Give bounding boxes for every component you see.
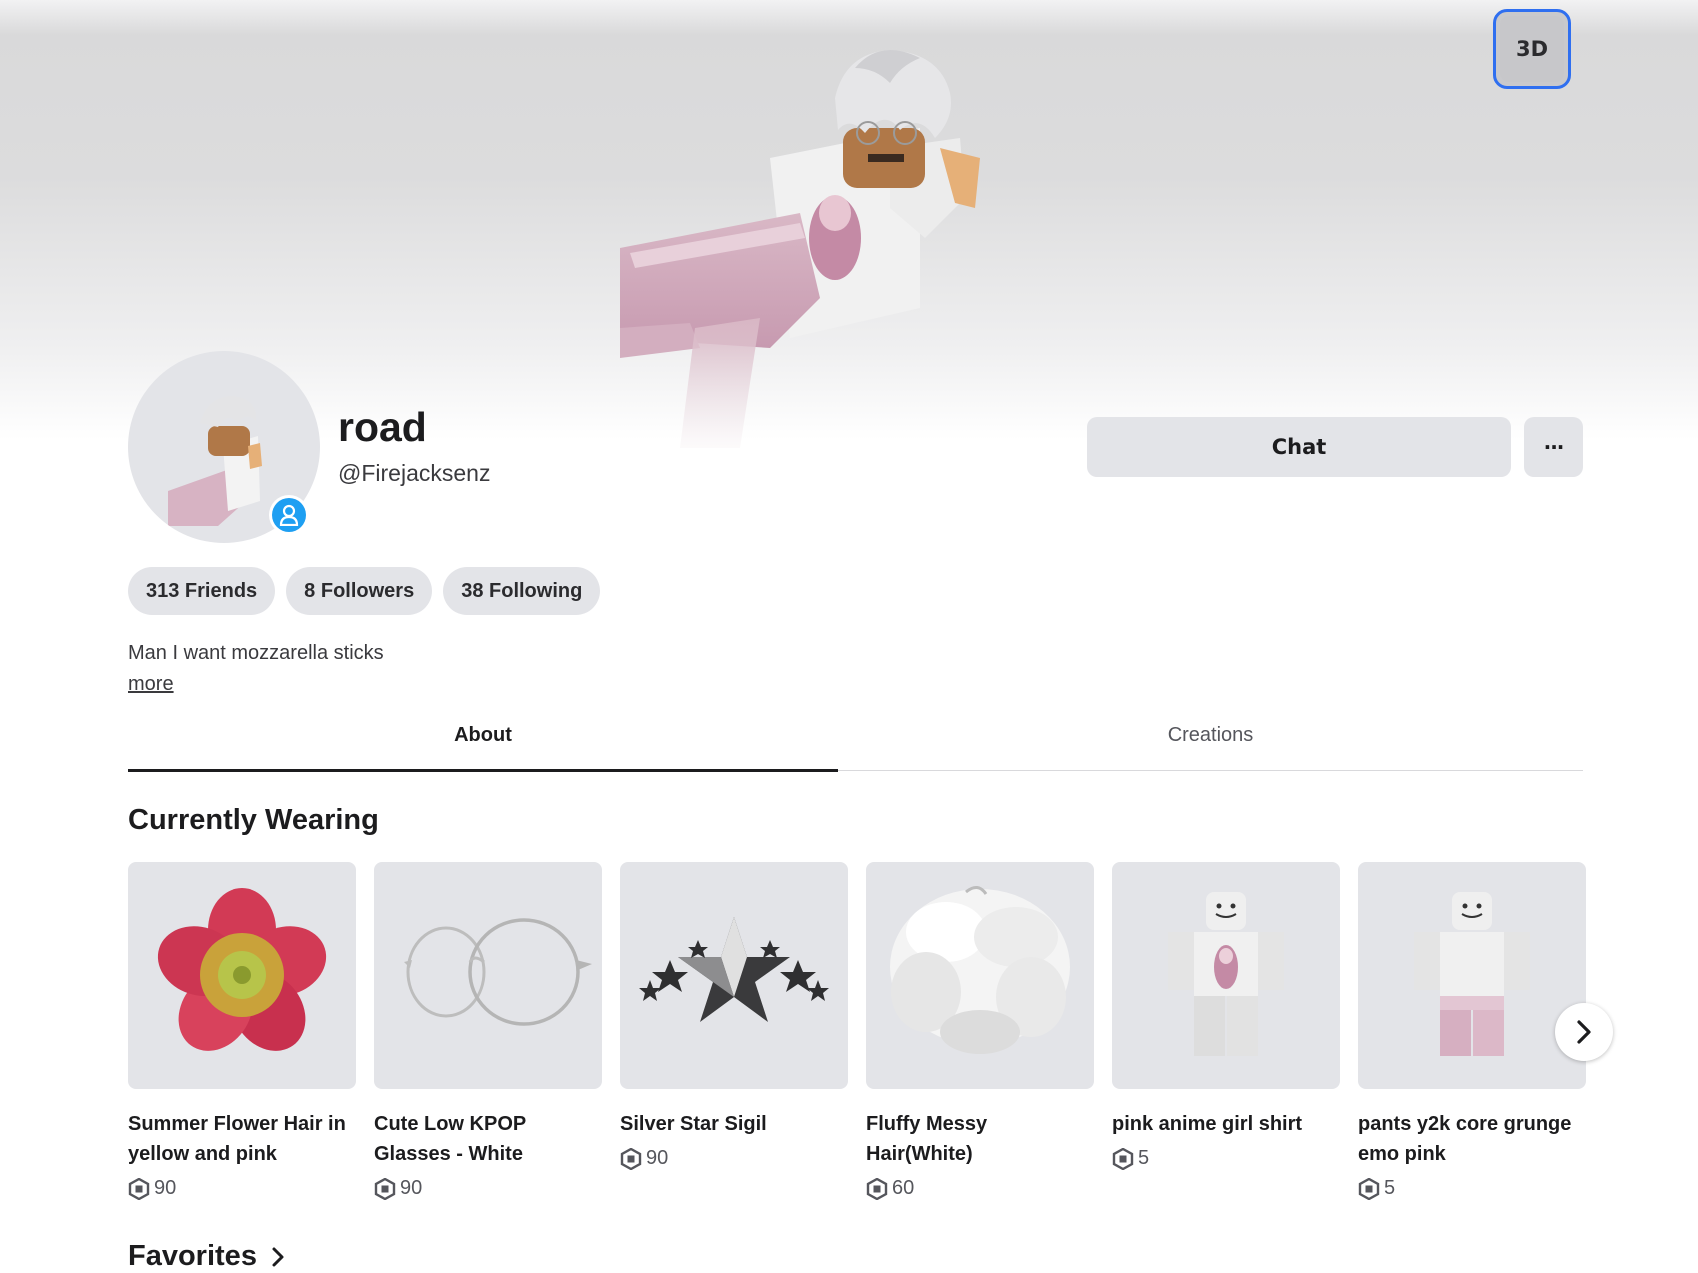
profile-stats: 313 Friends 8 Followers 38 Following [128,567,601,615]
bio-more-link[interactable]: more [128,673,174,696]
item-name: Fluffy Messy Hair(White) [866,1113,988,1165]
currently-wearing-list: Summer Flower Hair in yellow and pink 90… [128,862,1586,1212]
pants-thumbnail [1358,862,1586,1089]
chevron-right-icon [1577,1020,1591,1044]
following-count-button[interactable]: 38 Following [443,567,601,615]
robux-icon [374,1177,396,1200]
item-price: 90 [374,1177,602,1200]
followers-count-button[interactable]: 8 Followers [286,567,433,615]
shirt-thumbnail [1112,862,1340,1089]
wearing-item[interactable]: Summer Flower Hair in yellow and pink 90 [128,862,356,1200]
item-price: 5 [1112,1147,1340,1170]
username: @Firejacksenz [338,460,491,486]
chat-button[interactable]: Chat [1087,417,1511,477]
avatar-3d-render [620,50,980,448]
item-price: 90 [620,1147,848,1170]
item-name: Silver Star Sigil [620,1113,767,1135]
robux-icon [128,1177,150,1200]
item-price: 90 [128,1177,356,1200]
item-name: Summer Flower Hair in yellow and pink [128,1113,346,1165]
glasses-thumbnail [374,862,602,1089]
display-name: road [338,404,427,450]
robux-icon [1112,1147,1134,1170]
item-name: Cute Low KPOP Glasses - White [374,1113,526,1165]
item-price: 60 [866,1177,1094,1200]
wearing-item[interactable]: pants y2k core grunge emo pink 5 [1358,862,1586,1200]
currently-wearing-heading: Currently Wearing [128,804,379,836]
item-name: pink anime girl shirt [1112,1113,1303,1135]
wearing-item[interactable]: Silver Star Sigil 90 [620,862,848,1170]
wearing-item[interactable]: Cute Low KPOP Glasses - White 90 [374,862,602,1200]
star-sigil-thumbnail [620,862,848,1089]
3d-view-toggle-button[interactable]: 3D [1493,9,1571,89]
tab-about[interactable]: About [128,700,838,772]
friends-count-button[interactable]: 313 Friends [128,567,276,615]
carousel-next-button[interactable] [1555,1003,1613,1061]
tab-creations[interactable]: Creations [838,700,1583,770]
wearing-item[interactable]: Fluffy Messy Hair(White) 60 [866,862,1094,1200]
item-name: pants y2k core grunge emo pink [1358,1113,1572,1165]
wearing-item[interactable]: pink anime girl shirt 5 [1112,862,1340,1170]
more-options-button[interactable]: ··· [1524,417,1583,477]
robux-icon [866,1177,888,1200]
robux-icon [1358,1177,1380,1200]
robux-icon [620,1147,642,1170]
fluffy-hair-thumbnail [866,862,1094,1089]
profile-tabs: About Creations [128,700,1583,772]
item-price: 5 [1358,1177,1586,1200]
online-status-icon [269,495,309,535]
profile-bio: Man I want mozzarella sticks [128,642,384,664]
flower-hair-thumbnail [128,862,356,1089]
